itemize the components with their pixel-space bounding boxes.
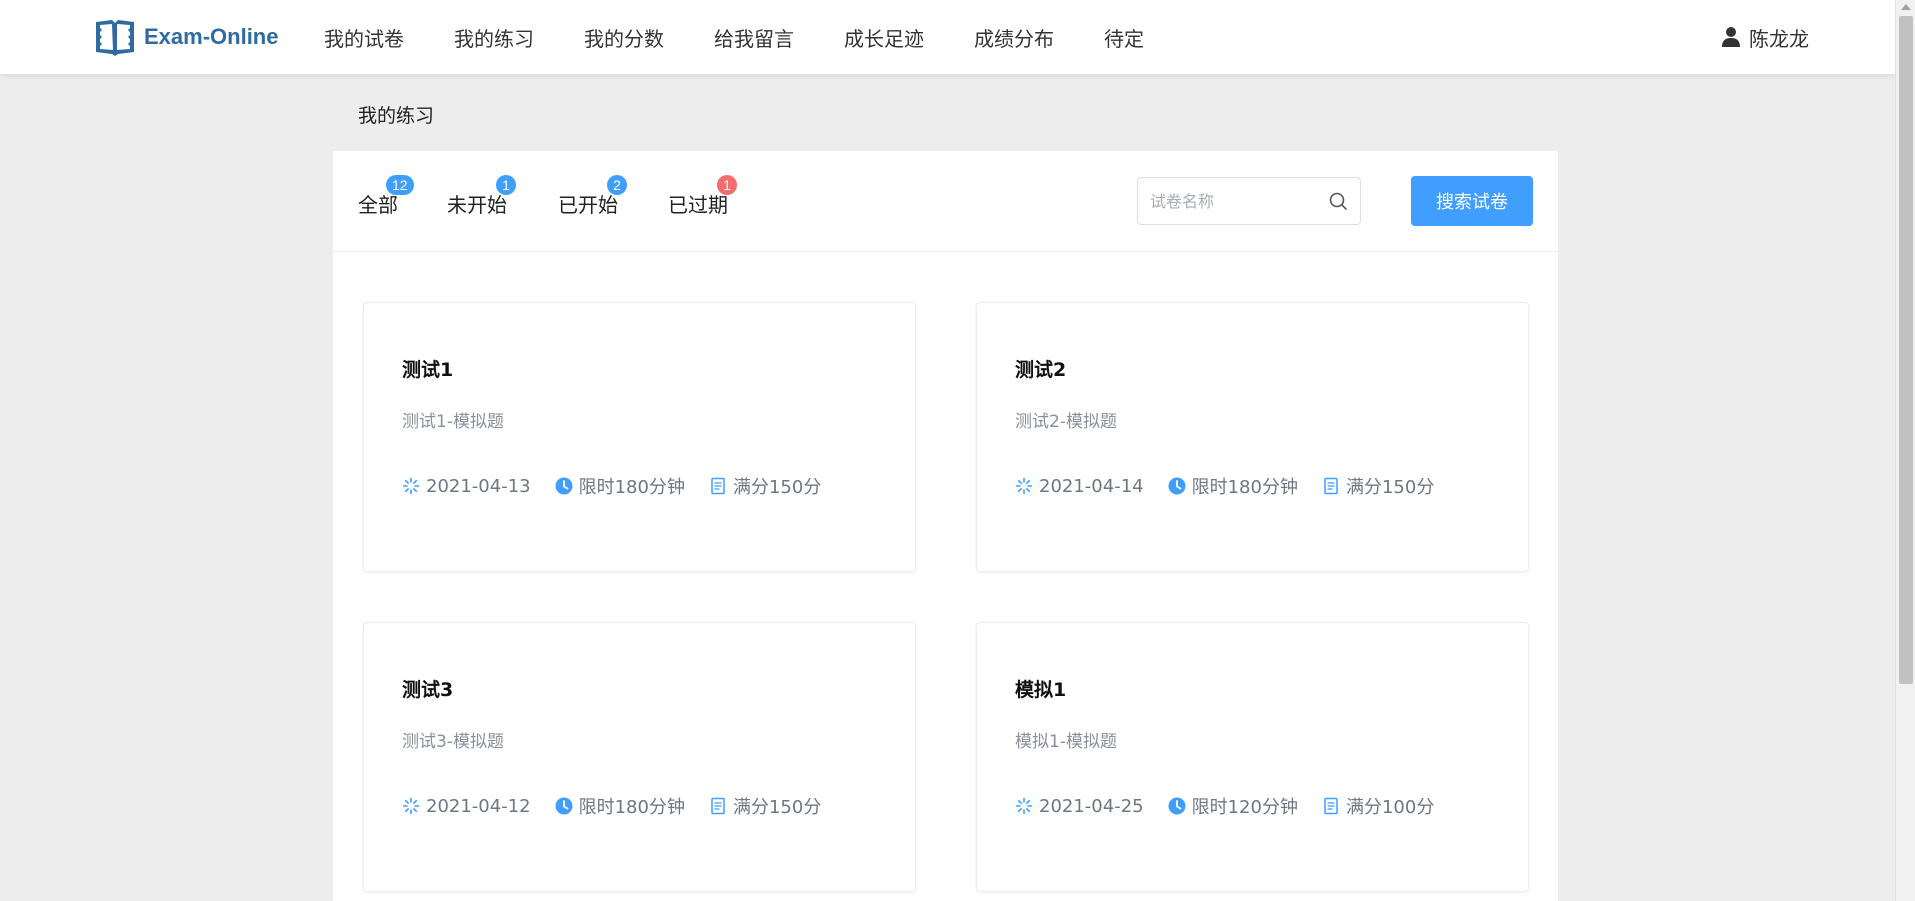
time-limit-item: 限时120分钟 (1168, 793, 1298, 819)
document-icon (1324, 477, 1338, 495)
clock-icon (555, 477, 573, 495)
card-full-score: 满分100分 (1345, 797, 1435, 818)
card-description: 测试3-模拟题 (402, 732, 504, 752)
nav-item-growth-footprint[interactable]: 成长足迹 (844, 23, 924, 52)
count-badge: 1 (717, 175, 737, 195)
open-book-icon (96, 20, 134, 56)
clock-icon (1168, 477, 1186, 495)
main-nav: 我的试卷 我的练习 我的分数 给我留言 成长足迹 成绩分布 待定 (324, 0, 1194, 74)
clock-icon (1168, 797, 1186, 815)
card-date: 2021-04-12 (426, 795, 531, 817)
count-badge: 1 (496, 175, 516, 195)
loading-icon (1015, 477, 1033, 495)
loading-icon (402, 797, 420, 815)
full-score-item: 满分150分 (709, 473, 821, 499)
nav-item-my-practice[interactable]: 我的练习 (454, 23, 534, 52)
nav-item-leave-message[interactable]: 给我留言 (714, 23, 794, 52)
user-menu[interactable]: 陈龙龙 (1721, 0, 1809, 74)
date-item: 2021-04-25 (1015, 796, 1144, 817)
full-score-item: 满分100分 (1322, 793, 1434, 819)
tab-started[interactable]: 已开始 2 (558, 175, 627, 218)
document-icon (711, 477, 725, 495)
scroll-up-arrow-icon[interactable] (1901, 4, 1911, 10)
card-date: 2021-04-13 (426, 475, 531, 497)
nav-item-score-distribution[interactable]: 成绩分布 (974, 23, 1054, 52)
logo-text: Exam-Online (144, 24, 279, 49)
date-item: 2021-04-13 (402, 476, 531, 497)
card-time-limit: 限时120分钟 (1191, 797, 1298, 818)
date-item: 2021-04-12 (402, 796, 531, 817)
logo[interactable]: Exam-Online (92, 14, 278, 60)
time-limit-item: 限时180分钟 (555, 793, 685, 819)
card-time-limit: 限时180分钟 (578, 797, 685, 818)
document-icon (711, 797, 725, 815)
card-date: 2021-04-14 (1039, 475, 1144, 497)
nav-item-my-papers[interactable]: 我的试卷 (324, 23, 404, 52)
count-badge: 2 (607, 175, 627, 195)
exam-card[interactable]: 测试2 测试2-模拟题 2021-04-14 限时180分钟 满分150分 (976, 302, 1529, 572)
loading-icon (1015, 797, 1033, 815)
card-meta: 2021-04-14 限时180分钟 满分150分 (1015, 473, 1458, 499)
tab-label: 已过期 (668, 193, 728, 217)
search-papers-button[interactable]: 搜索试卷 (1411, 176, 1533, 226)
page-scrollbar[interactable] (1895, 0, 1915, 901)
exam-card[interactable]: 测试1 测试1-模拟题 2021-04-13 限时180分钟 满分150分 (363, 302, 916, 572)
date-item: 2021-04-14 (1015, 476, 1144, 497)
tab-label: 全部 (358, 193, 398, 217)
card-meta: 2021-04-12 限时180分钟 满分150分 (402, 793, 845, 819)
card-title: 测试3 (402, 679, 454, 701)
document-icon (1324, 797, 1338, 815)
search-icon[interactable] (1328, 191, 1348, 211)
card-full-score: 满分150分 (1345, 477, 1435, 498)
search-box (1137, 177, 1361, 225)
practice-panel: 全部 12 未开始 1 已开始 2 已过期 1 搜索试卷 测试1 测试1-模拟题 (333, 151, 1558, 901)
time-limit-item: 限时180分钟 (555, 473, 685, 499)
tab-not-started[interactable]: 未开始 1 (447, 175, 516, 218)
card-meta: 2021-04-25 限时120分钟 满分100分 (1015, 793, 1458, 819)
scrollbar-thumb[interactable] (1899, 16, 1913, 684)
card-description: 模拟1-模拟题 (1015, 732, 1117, 752)
user-name: 陈龙龙 (1749, 26, 1809, 51)
filter-bar: 全部 12 未开始 1 已开始 2 已过期 1 搜索试卷 (333, 151, 1558, 252)
card-time-limit: 限时180分钟 (578, 477, 685, 498)
card-date: 2021-04-25 (1039, 795, 1144, 817)
count-badge: 12 (386, 175, 414, 195)
full-score-item: 满分150分 (709, 793, 821, 819)
card-description: 测试1-模拟题 (402, 412, 504, 432)
card-title: 测试2 (1015, 359, 1067, 381)
top-navbar: Exam-Online 我的试卷 我的练习 我的分数 给我留言 成长足迹 成绩分… (0, 0, 1895, 74)
card-description: 测试2-模拟题 (1015, 412, 1117, 432)
page-title: 我的练习 (358, 105, 435, 127)
card-title: 模拟1 (1015, 679, 1067, 701)
user-icon (1722, 27, 1740, 47)
tab-all[interactable]: 全部 12 (358, 175, 414, 218)
nav-item-my-scores[interactable]: 我的分数 (584, 23, 664, 52)
clock-icon (555, 797, 573, 815)
tab-expired[interactable]: 已过期 1 (668, 175, 737, 218)
search-input[interactable] (1150, 178, 1320, 224)
card-full-score: 满分150分 (732, 477, 822, 498)
tab-label: 未开始 (447, 193, 507, 217)
nav-item-pending[interactable]: 待定 (1104, 23, 1144, 52)
exam-card[interactable]: 模拟1 模拟1-模拟题 2021-04-25 限时120分钟 满分100分 (976, 622, 1529, 892)
time-limit-item: 限时180分钟 (1168, 473, 1298, 499)
loading-icon (402, 477, 420, 495)
card-full-score: 满分150分 (732, 797, 822, 818)
tab-label: 已开始 (558, 193, 618, 217)
exam-card[interactable]: 测试3 测试3-模拟题 2021-04-12 限时180分钟 满分150分 (363, 622, 916, 892)
card-title: 测试1 (402, 359, 454, 381)
full-score-item: 满分150分 (1322, 473, 1434, 499)
card-meta: 2021-04-13 限时180分钟 满分150分 (402, 473, 845, 499)
card-time-limit: 限时180分钟 (1191, 477, 1298, 498)
